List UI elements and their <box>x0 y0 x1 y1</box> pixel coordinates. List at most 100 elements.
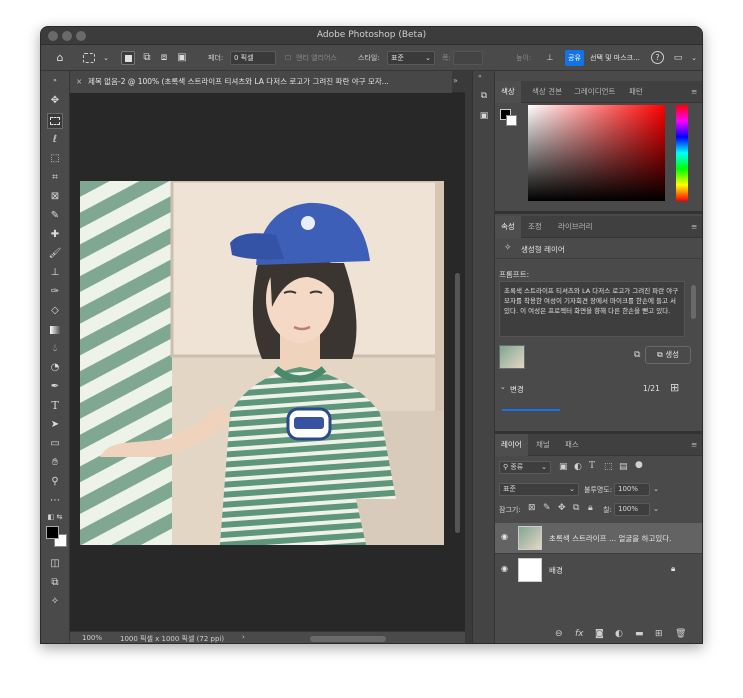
help-icon[interactable]: ? <box>651 51 664 64</box>
type-filter-icon[interactable]: T <box>589 461 595 471</box>
eraser-tool-icon[interactable]: ◇ <box>47 303 63 319</box>
tab-paths[interactable]: 패스 <box>565 434 579 456</box>
rate-icon[interactable]: ⧉ <box>634 350 640 360</box>
panel-menu-icon[interactable]: ≡ <box>691 434 697 456</box>
tab-patterns[interactable]: 패턴 <box>629 81 643 103</box>
opacity-input[interactable]: 100% ⌄ <box>614 483 659 496</box>
width-input[interactable] <box>453 51 483 65</box>
screen-mode-icon[interactable]: ⧉ <box>47 575 63 591</box>
tab-layers[interactable]: 레이어 <box>495 434 528 456</box>
tab-color[interactable]: 색상 <box>495 81 521 103</box>
pen-tool-icon[interactable]: ✒ <box>47 379 63 395</box>
layer-filter-select[interactable]: ⚲ 종류 ⌄ <box>499 461 551 474</box>
horizontal-scrollbar[interactable] <box>310 636 386 642</box>
visibility-eye-icon[interactable]: ◉ <box>501 532 508 541</box>
marquee-preset-icon[interactable] <box>83 53 95 63</box>
hue-slider[interactable] <box>676 105 688 201</box>
add-selection-icon[interactable]: ⧉ <box>140 51 154 65</box>
close-tab-icon[interactable]: × <box>76 71 82 93</box>
zoom-tool-icon[interactable]: ⚲ <box>47 474 63 490</box>
layer-row[interactable]: ◉ 초록색 스트라이프 ... 얼굴을 하고있다. <box>495 523 702 553</box>
type-tool-icon[interactable]: T <box>47 398 63 414</box>
eyedropper-icon[interactable]: ✎ <box>47 208 63 224</box>
brush-tool-icon[interactable]: 🖌︎ <box>47 246 63 262</box>
intersect-selection-icon[interactable]: ▣ <box>175 51 189 65</box>
home-icon[interactable]: ⌂ <box>53 51 67 65</box>
lock-all-icon[interactable]: 🔒︎ <box>588 503 593 513</box>
chevron-down-icon[interactable]: ⌄ <box>687 51 701 65</box>
document-tab[interactable]: × 제목 없음-2 @ 100% (초록색 스트라이프 티셔츠와 LA 다저스 … <box>70 71 452 93</box>
layer-name[interactable]: 초록색 스트라이프 ... 얼굴을 하고있다. <box>549 533 672 544</box>
object-select-icon[interactable]: ⬚ <box>47 151 63 167</box>
crop-tool-icon[interactable]: ⌗ <box>47 170 63 186</box>
layer-name[interactable]: 배경 <box>549 565 563 576</box>
comments-icon[interactable]: ▣ <box>477 111 491 125</box>
lock-position-icon[interactable]: ✥ <box>558 503 566 513</box>
collapse-icon[interactable]: « <box>478 73 482 80</box>
chevron-down-icon[interactable]: ⌄ <box>500 383 506 391</box>
fx-icon[interactable]: fx <box>575 629 584 639</box>
tab-overflow-icon[interactable]: » <box>453 76 458 85</box>
lock-artboard-icon[interactable]: ⧉ <box>573 503 579 513</box>
healing-brush-icon[interactable]: ✚ <box>47 227 63 243</box>
panel-menu-icon[interactable]: ≡ <box>691 81 697 103</box>
quick-mask-icon[interactable]: ◫ <box>47 556 63 572</box>
stamp-tool-icon[interactable]: ⊥ <box>47 265 63 281</box>
grid-view-icon[interactable]: ⊞ <box>670 381 679 394</box>
group-folder-icon[interactable]: ▬ <box>635 629 644 639</box>
tab-adjustments[interactable]: 조정 <box>528 216 542 238</box>
dodge-tool-icon[interactable]: ◔ <box>47 360 63 376</box>
prompt-textarea[interactable]: 초록색 스트라이프 티셔츠와 LA 다저스 로고가 그려진 파란 야구 모자를 … <box>499 281 685 337</box>
marquee-tool-icon[interactable] <box>47 113 63 129</box>
adjustment-filter-icon[interactable]: ◐ <box>574 462 582 472</box>
variation-thumbnail[interactable] <box>499 345 525 369</box>
smart-object-filter-icon[interactable]: ▤ <box>619 462 628 472</box>
history-icon[interactable]: ⧉ <box>477 91 491 107</box>
feather-input[interactable]: 0 픽셀 <box>230 51 276 65</box>
workspace-icon[interactable]: ▭ <box>671 51 685 65</box>
path-select-icon[interactable]: ➤ <box>47 417 63 433</box>
trash-icon[interactable]: 🗑︎ <box>675 629 686 639</box>
move-tool-icon[interactable]: ✥ <box>47 93 63 109</box>
zoom-level[interactable]: 100% <box>82 634 102 642</box>
frame-tool-icon[interactable]: ⊠ <box>47 189 63 205</box>
generate-button[interactable]: ⧉ 생성 <box>645 346 691 364</box>
rectangle-tool-icon[interactable]: ▭ <box>47 436 63 452</box>
color-background-swatch[interactable] <box>506 115 517 126</box>
style-select[interactable]: 표준 ⌄ <box>387 51 435 65</box>
tab-gradients[interactable]: 그레이디언트 <box>574 81 615 103</box>
adjustment-layer-icon[interactable]: ◐ <box>615 629 623 639</box>
chevron-down-icon[interactable]: ⌄ <box>99 51 113 65</box>
pixel-filter-icon[interactable]: ▣ <box>559 462 568 472</box>
more-tools-icon[interactable]: ⋯ <box>47 493 63 509</box>
visibility-eye-icon[interactable]: ◉ <box>501 564 508 573</box>
foreground-color-swatch[interactable] <box>46 526 59 539</box>
new-selection-icon[interactable] <box>121 51 135 65</box>
canvas-vertical-scroll[interactable] <box>455 273 460 533</box>
link-layers-icon[interactable]: ⊖ <box>555 629 563 639</box>
tab-channels[interactable]: 채널 <box>536 434 550 456</box>
filter-toggle-icon[interactable]: ● <box>635 460 643 470</box>
share-button[interactable]: 공유 <box>565 50 584 66</box>
select-and-mask-button[interactable]: 선택 및 마스크... <box>590 51 640 65</box>
fill-input[interactable]: 100% ⌄ <box>614 503 659 516</box>
hand-tool-icon[interactable]: ✋︎ <box>47 455 63 471</box>
user-icon[interactable]: ⊥ <box>543 51 557 65</box>
gradient-tool-icon[interactable] <box>47 322 63 338</box>
tab-properties[interactable]: 속성 <box>495 216 521 238</box>
panel-menu-icon[interactable]: ≡ <box>691 216 697 238</box>
canvas-area[interactable] <box>70 93 465 631</box>
blur-tool-icon[interactable]: 💧︎ <box>47 341 63 357</box>
antialias-checkbox[interactable]: ☐ <box>285 51 291 65</box>
generative-icon[interactable]: ✧ <box>47 594 63 610</box>
chevron-right-icon[interactable]: › <box>242 633 245 641</box>
layer-row[interactable]: ◉ 배경 🔒︎ <box>495 553 702 583</box>
color-field[interactable] <box>528 105 665 201</box>
tab-swatches[interactable]: 색상 견본 <box>532 81 562 103</box>
lock-pixels-icon[interactable]: ✎ <box>543 503 551 513</box>
prompt-scrollbar[interactable] <box>691 285 696 319</box>
history-brush-icon[interactable]: ✑ <box>47 284 63 300</box>
subtract-selection-icon[interactable]: ⧈ <box>157 51 171 65</box>
tab-libraries[interactable]: 라이브러리 <box>558 216 593 238</box>
lock-transparency-icon[interactable]: ⊠ <box>528 503 536 513</box>
